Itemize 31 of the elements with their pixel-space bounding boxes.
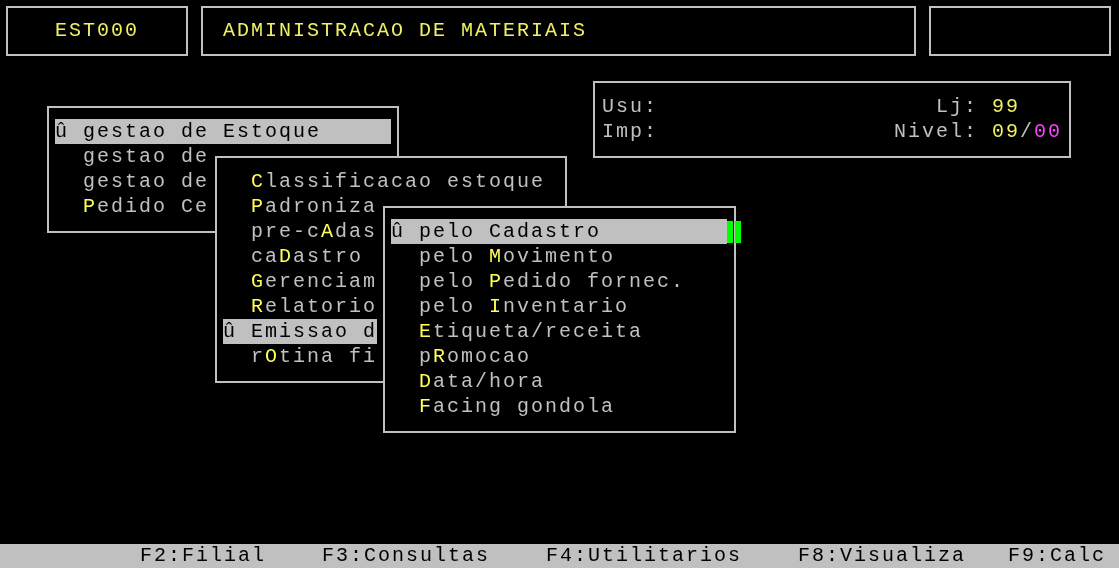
menu-item[interactable]: gestao de [55,144,210,169]
function-key[interactable]: F2:Filial [140,544,267,568]
function-key[interactable]: F3:Consultas [322,544,491,568]
function-key[interactable]: F4:Utilitarios [546,544,743,568]
menu-item[interactable]: Relatorio [223,294,378,319]
menu-item[interactable]: rO tina fi [223,344,378,369]
function-key[interactable]: F9:Calc [1008,544,1106,568]
user-label: Usu: [602,94,658,119]
menu-item[interactable]: Pedido Ce [55,194,210,219]
menu-item[interactable]: pelo I nventario [391,294,630,319]
menu-item[interactable]: gestao de [55,169,210,194]
menu-item[interactable]: pRomocao [391,344,532,369]
level-field: Nivel: 09/00 [893,119,1062,144]
menu-item[interactable]: C lassificacao estoque [223,169,546,194]
menu-item[interactable]: Facing gondola [391,394,616,419]
screen-title: ADMINISTRACAO DE MATERIAIS [223,18,588,44]
menu-item[interactable]: pelo Pedido fornec. [391,269,686,294]
menu-item[interactable]: Data/hora [391,369,546,394]
menu-item[interactable]: caDastro [223,244,364,269]
program-code: EST000 [55,18,139,44]
menu-item[interactable]: û Emissao d [223,319,377,344]
menu-item[interactable]: pre-cAdas [223,219,378,244]
store-field: Lj: 99 [935,94,1062,119]
menu-item[interactable]: û pelo Cadastro [391,219,727,244]
menu-item[interactable]: E tiqueta/receita [391,319,644,344]
menu-item[interactable]: pelo Movimento [391,244,616,269]
menu-item[interactable]: û gestao de Estoque [55,119,391,144]
menu-item[interactable]: Gerenciam [223,269,378,294]
function-key[interactable]: F8:Visualiza [798,544,967,568]
printer-label: Imp: [602,119,658,144]
menu-item[interactable]: Padroniza [223,194,378,219]
